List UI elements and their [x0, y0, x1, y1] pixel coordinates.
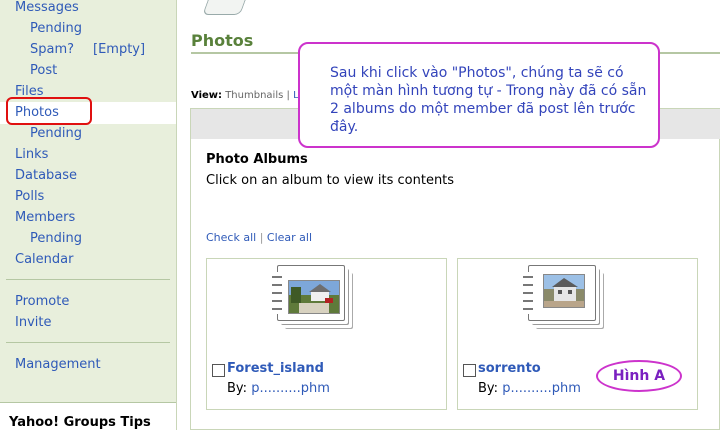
- page-title: Photos: [191, 31, 254, 50]
- by-label: By:: [478, 381, 499, 396]
- by-label: By:: [227, 381, 248, 396]
- sidebar-item-promote[interactable]: Promote: [15, 294, 69, 310]
- album-thumbnail-sorrento[interactable]: [523, 265, 596, 321]
- check-separator: |: [259, 231, 264, 244]
- clear-all-link[interactable]: Clear all: [267, 231, 312, 244]
- author-link[interactable]: p..........phm: [502, 381, 581, 396]
- tips-title: Yahoo! Groups Tips: [9, 415, 151, 430]
- sidebar-item-post[interactable]: Post: [30, 63, 57, 79]
- sidebar-item-links[interactable]: Links: [15, 147, 48, 163]
- albums-heading: Photo Albums: [206, 152, 308, 167]
- album-checkbox[interactable]: [212, 364, 225, 377]
- spiral-binding-icon: [272, 272, 282, 314]
- sidebar-item-invite[interactable]: Invite: [15, 315, 51, 331]
- album-thumbnail-forest-island[interactable]: [272, 265, 345, 321]
- album-author: By: p..........phm: [478, 381, 581, 396]
- album-photo: [543, 274, 585, 308]
- sidebar-item-members[interactable]: Members: [15, 210, 75, 226]
- album-link-sorrento[interactable]: sorrento: [478, 361, 541, 376]
- sidebar-item-calendar[interactable]: Calendar: [15, 252, 73, 268]
- sidebar-item-members-pending[interactable]: Pending: [30, 231, 82, 247]
- figure-label-ellipse: Hình A: [596, 360, 682, 392]
- album-link-forest-island[interactable]: Forest_island: [227, 361, 324, 376]
- sidebar-item-messages-pending[interactable]: Pending: [30, 21, 82, 37]
- view-separator: |: [286, 90, 290, 101]
- annotation-callout: Sau khi click vào "Photos", chúng ta sẽ …: [298, 42, 660, 148]
- sidebar-item-spam[interactable]: Spam?: [30, 42, 74, 58]
- album-checkbox[interactable]: [463, 364, 476, 377]
- spiral-binding-icon: [523, 272, 533, 314]
- group-logo-icon: [202, 0, 246, 15]
- photos-highlight-box: [6, 97, 92, 125]
- sidebar-item-management[interactable]: Management: [15, 357, 101, 373]
- figure-label: Hình A: [612, 368, 666, 384]
- check-all-link[interactable]: Check all: [206, 231, 256, 244]
- view-thumbnails-option: Thumbnails: [225, 90, 284, 101]
- view-label: View:: [191, 90, 223, 101]
- sidebar-item-photos-pending[interactable]: Pending: [30, 126, 82, 142]
- check-controls: Check all | Clear all: [206, 231, 312, 244]
- sidebar-item-messages[interactable]: Messages: [15, 0, 79, 16]
- annotation-text: Sau khi click vào "Photos", chúng ta sẽ …: [330, 65, 647, 135]
- album-author: By: p..........phm: [227, 381, 330, 396]
- view-toggle: View: Thumbnails | List: [191, 90, 311, 101]
- spam-empty-link[interactable]: [Empty]: [93, 42, 145, 58]
- sidebar-divider: [6, 279, 170, 280]
- sidebar-item-polls[interactable]: Polls: [15, 189, 44, 205]
- album-photo: [288, 280, 340, 314]
- sidebar-divider: [6, 342, 170, 343]
- albums-description: Click on an album to view its contents: [206, 173, 455, 188]
- sidebar-item-database[interactable]: Database: [15, 168, 77, 184]
- author-link[interactable]: p..........phm: [251, 381, 330, 396]
